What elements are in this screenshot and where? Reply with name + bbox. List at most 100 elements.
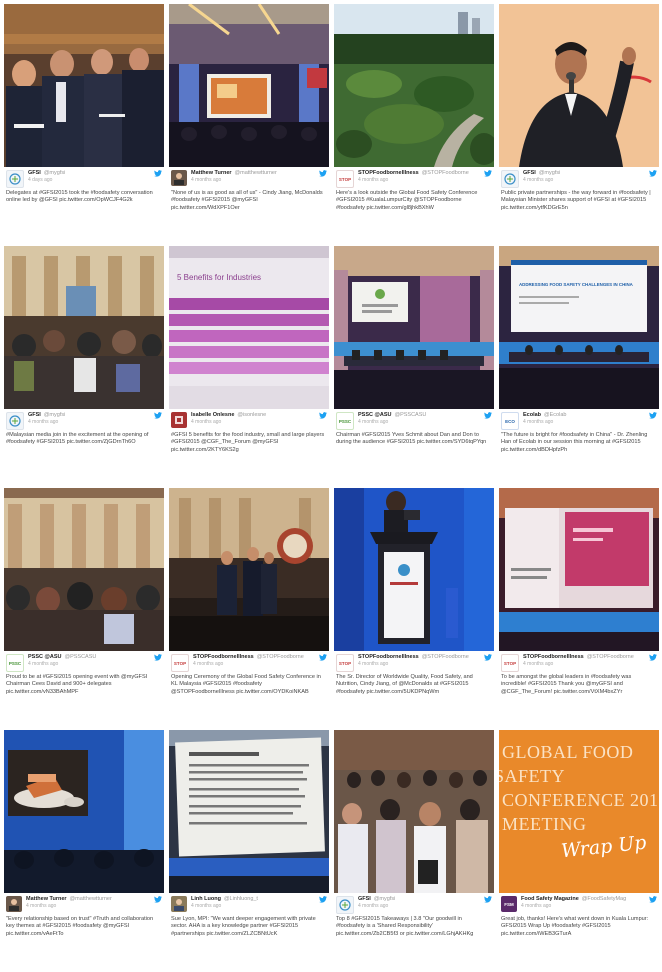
tweet-card[interactable]: STOP STOPFoodborneIllness @STOPFoodborne … (334, 4, 494, 246)
tweet-photo[interactable] (4, 488, 164, 651)
tweet-time[interactable]: 4 months ago (523, 661, 657, 668)
avatar[interactable]: PSSC (6, 654, 24, 672)
tweet-photo[interactable] (169, 730, 329, 893)
tweet-time[interactable]: 4 months ago (358, 903, 492, 910)
author-name[interactable]: STOPFoodborneIllness (358, 654, 419, 660)
author-name[interactable]: Food Safety Magazine (521, 896, 579, 902)
tweet-photo[interactable] (499, 4, 659, 167)
author-handle[interactable]: @STOPFoodborne (422, 170, 469, 176)
tweet-time[interactable]: 4 months ago (191, 903, 327, 910)
tweet-card[interactable]: STOP STOPFoodborneIllness @STOPFoodborne … (499, 488, 659, 730)
author-handle[interactable]: @PSSCASU (394, 412, 426, 418)
author-name[interactable]: STOPFoodborneIllness (193, 654, 254, 660)
tweet-photo[interactable] (334, 4, 494, 167)
tweet-photo[interactable] (499, 488, 659, 651)
tweet-card[interactable]: GLOBAL FOOD SAFETY CONFERENCE 2015 MEETI… (499, 730, 659, 972)
tweet-photo[interactable] (169, 4, 329, 167)
tweet-time[interactable]: 4 months ago (358, 661, 492, 668)
tweet-card[interactable]: STOP STOPFoodborneIllness @STOPFoodborne … (334, 488, 494, 730)
tweet-card[interactable]: PSSC PSSC @ASU @PSSCASU 4 months ago Prou… (4, 488, 164, 730)
author-name[interactable]: STOPFoodborneIllness (358, 170, 419, 176)
author-name[interactable]: GFSI (28, 412, 41, 418)
tweet-text: "None of us is as good as all of us" - C… (171, 190, 323, 211)
tweet-time[interactable]: 4 months ago (521, 903, 657, 910)
tweet-photo[interactable] (334, 246, 494, 409)
author-handle[interactable]: @STOPFoodborne (257, 654, 304, 660)
avatar[interactable]: STOP (336, 170, 354, 188)
tweet-time[interactable]: 4 days ago (28, 177, 162, 184)
author-name[interactable]: PSSC @ASU (28, 654, 61, 660)
avatar[interactable] (501, 170, 519, 188)
avatar[interactable] (171, 412, 187, 428)
avatar[interactable]: ECO (501, 412, 519, 430)
author-handle[interactable]: @Linhluong_t (224, 896, 258, 902)
avatar[interactable]: STOP (171, 654, 189, 672)
avatar[interactable] (171, 170, 187, 186)
author-name[interactable]: Ecolab (523, 412, 541, 418)
tweet-card[interactable]: 5 Benefits for Industries Isabelle Onles… (169, 246, 329, 488)
twitter-bird-icon (484, 170, 492, 177)
tweet-card[interactable]: Linh Luong @Linhluong_t 4 months ago Sue … (169, 730, 329, 972)
twitter-bird-icon (154, 412, 162, 419)
author-handle[interactable]: @mygfsi (374, 896, 395, 902)
avatar[interactable] (171, 896, 187, 912)
avatar[interactable]: STOP (336, 654, 354, 672)
author-name[interactable]: PSSC @ASU (358, 412, 391, 418)
author-name[interactable]: GFSI (28, 170, 41, 176)
tweet-card[interactable]: Matthew Turner @matthewtturner 4 months a… (169, 4, 329, 246)
tweet-time[interactable]: 4 months ago (358, 419, 492, 426)
tweet-card[interactable]: ADDRESSING FOOD SAFETY CHALLENGES IN CHI… (499, 246, 659, 488)
author-handle[interactable]: @STOPFoodborne (587, 654, 634, 660)
wrap-up-poster[interactable]: GLOBAL FOOD SAFETY CONFERENCE 2015 MEETI… (499, 730, 659, 893)
tweet-time[interactable]: 4 months ago (26, 903, 162, 910)
avatar[interactable]: PSSC (336, 412, 354, 430)
avatar[interactable] (6, 896, 22, 912)
tweet-time[interactable]: 4 months ago (523, 177, 657, 184)
author-handle[interactable]: @PSSCASU (64, 654, 96, 660)
avatar[interactable]: STOP (501, 654, 519, 672)
tweet-photo[interactable] (334, 730, 494, 893)
tweet-time[interactable]: 4 months ago (191, 419, 327, 426)
tweet-photo[interactable] (4, 730, 164, 893)
author-name[interactable]: GFSI (358, 896, 371, 902)
author-handle[interactable]: @STOPFoodborne (422, 654, 469, 660)
tweet-photo[interactable] (4, 4, 164, 167)
author-handle[interactable]: @isonlesne (237, 412, 266, 418)
tweet-card[interactable]: GFSI @mygfsi 4 months ago Public private … (499, 4, 659, 246)
author-handle[interactable]: @mygfsi (44, 412, 65, 418)
tweet-photo[interactable] (4, 246, 164, 409)
tweet-time[interactable]: 4 months ago (191, 177, 327, 184)
slide-heading: ADDRESSING FOOD SAFETY CHALLENGES IN CHI… (519, 282, 634, 287)
author-name[interactable]: GFSI (523, 170, 536, 176)
avatar[interactable] (6, 170, 24, 188)
author-name[interactable]: Matthew Turner (191, 170, 232, 176)
author-name[interactable]: Linh Luong (191, 896, 221, 902)
tweet-time[interactable]: 4 months ago (358, 177, 492, 184)
tweet-card[interactable]: Matthew Turner @matthewtturner 4 months a… (4, 730, 164, 972)
tweet-time[interactable]: 4 months ago (523, 419, 657, 426)
tweet-card[interactable]: GFSI @mygfsi 4 months ago Top 8 #GFSI2015… (334, 730, 494, 972)
avatar[interactable] (336, 896, 354, 914)
author-handle[interactable]: @matthewtturner (235, 170, 277, 176)
author-handle[interactable]: @mygfsi (44, 170, 65, 176)
tweet-card[interactable]: STOP STOPFoodborneIllness @STOPFoodborne … (169, 488, 329, 730)
avatar[interactable] (6, 412, 24, 430)
tweet-time[interactable]: 4 months ago (28, 661, 162, 668)
tweet-time[interactable]: 4 months ago (193, 661, 327, 668)
author-handle[interactable]: @matthewtturner (70, 896, 112, 902)
tweet-time[interactable]: 4 months ago (28, 419, 162, 426)
tweet-photo[interactable]: ADDRESSING FOOD SAFETY CHALLENGES IN CHI… (499, 246, 659, 409)
tweet-card[interactable]: GFSI @mygfsi 4 days ago Delegates at #GFS… (4, 4, 164, 246)
tweet-card[interactable]: GFSI @mygfsi 4 months ago #Malaysian medi… (4, 246, 164, 488)
tweet-photo[interactable] (334, 488, 494, 651)
author-name[interactable]: STOPFoodborneIllness (523, 654, 584, 660)
tweet-photo[interactable]: 5 Benefits for Industries (169, 246, 329, 409)
tweet-card[interactable]: PSSC PSSC @ASU @PSSCASU 4 months ago Chai… (334, 246, 494, 488)
author-handle[interactable]: @FoodSafetyMag (582, 896, 626, 902)
author-handle[interactable]: @mygfsi (539, 170, 560, 176)
avatar[interactable]: FSM (501, 896, 517, 912)
author-name[interactable]: Isabelle Onlesne (191, 412, 234, 418)
author-handle[interactable]: @Ecolab (544, 412, 566, 418)
tweet-photo[interactable] (169, 488, 329, 651)
author-name[interactable]: Matthew Turner (26, 896, 67, 902)
